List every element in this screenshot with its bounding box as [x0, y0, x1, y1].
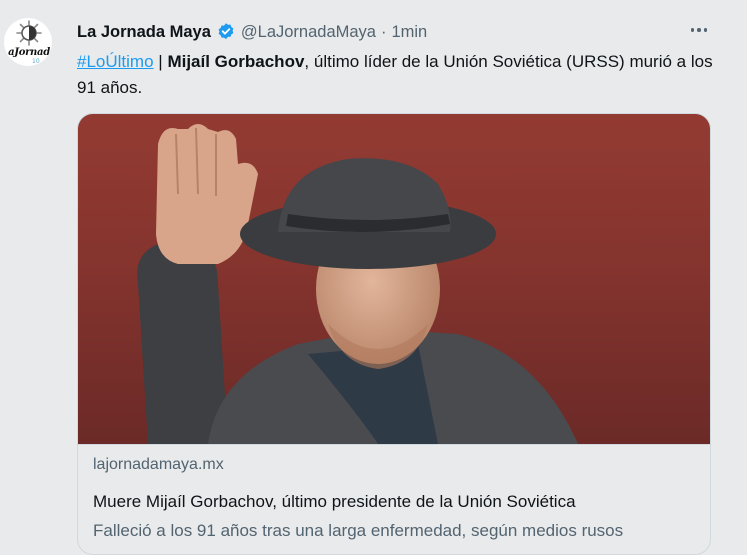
account-name[interactable]: La Jornada Maya: [77, 23, 211, 42]
avatar-brand-text: aJornad: [8, 47, 50, 58]
more-dot: [703, 28, 708, 32]
sun-logo-icon: [16, 20, 42, 46]
separator-dot: ·: [380, 22, 387, 41]
verified-badge-icon: [216, 22, 236, 42]
card-title: Muere Mijaíl Gorbachov, último president…: [93, 492, 576, 511]
tweet[interactable]: aJornad 10 La Jornada Maya @LaJornadaMay…: [0, 0, 735, 555]
tweet-text: #LoÚltimo | Mijaíl Gorbachov, último líd…: [77, 49, 717, 101]
timestamp[interactable]: 1min: [391, 23, 427, 42]
avatar-sub-text: 10: [32, 58, 40, 65]
more-dot: [690, 28, 695, 32]
link-card[interactable]: lajornadamaya.mx Muere Mijaíl Gorbachov,…: [77, 113, 711, 555]
card-domain: lajornadamaya.mx: [93, 456, 224, 473]
avatar[interactable]: aJornad 10: [4, 18, 52, 66]
account-handle[interactable]: @LaJornadaMaya: [241, 23, 376, 42]
more-options-icon[interactable]: [688, 22, 710, 38]
pipe-separator: |: [158, 52, 163, 71]
more-dot: [697, 28, 701, 32]
bold-name: Mijaíl Gorbachov: [167, 52, 305, 71]
tweet-header: La Jornada Maya @LaJornadaMaya · 1min: [77, 20, 427, 44]
card-divider: [78, 444, 710, 445]
card-description: Falleció a los 91 años tras una larga en…: [93, 521, 624, 540]
hashtag-link[interactable]: #LoÚltimo: [77, 52, 154, 71]
card-photo: [78, 114, 710, 444]
